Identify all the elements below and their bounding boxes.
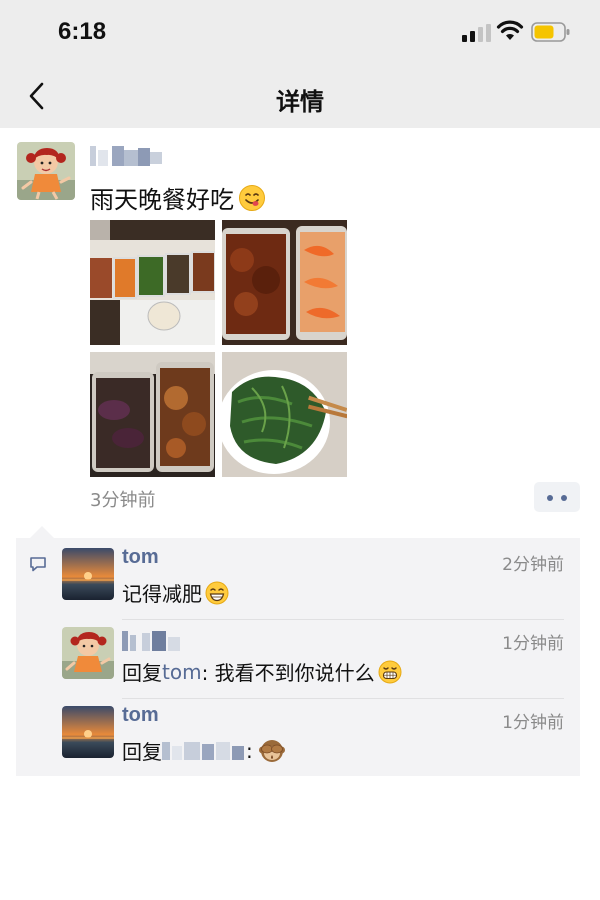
wifi-icon [496,20,524,40]
comment-text-content: : [246,738,253,763]
post-timestamp: 3分钟前 [90,490,156,511]
comment-author-redacted[interactable] [122,631,188,653]
comment-timestamp: 1分钟前 [502,634,564,654]
avatar[interactable] [62,627,114,679]
post-author-name-redacted[interactable] [90,144,166,168]
reply-target-redacted[interactable] [162,740,246,762]
comment-item[interactable]: tom 2分钟前 记得减肥 [62,546,580,610]
moment-post: 雨天晚餐好吃 3分钟前 [0,128,600,538]
reply-prefix: 回复 [122,661,162,685]
comment-item[interactable]: tom 1分钟前 回复 : [62,704,580,768]
comment-text-content: 记得减肥 [122,582,202,606]
status-bar: 6:18 [0,0,600,66]
more-actions-button[interactable] [534,482,580,512]
see-no-evil-monkey-icon [258,739,285,762]
comments-caret [30,526,54,538]
dinner-photo-1[interactable] [90,220,215,345]
reply-prefix: 回复 [122,740,162,764]
grimacing-face-icon [378,660,402,683]
dinner-photo-2[interactable] [222,220,347,345]
comment-timestamp: 1分钟前 [502,713,564,733]
more-dot-icon [547,495,553,501]
reply-target-name[interactable]: tom [162,660,202,684]
comment-divider [122,698,564,699]
comment-text: 回复 : [122,736,285,765]
avatar[interactable] [17,142,75,200]
grinning-face-icon [205,581,229,604]
comment-item[interactable]: 1分钟前 回复 tom : 我看不到你说什么 [62,627,580,689]
comment-text-content: : 我看不到你说什么 [201,661,375,685]
comment-text: 记得减肥 [122,578,229,607]
dinner-photo-3[interactable] [90,352,215,477]
comment-icon [30,557,46,572]
comment-divider [122,619,564,620]
photo-grid [90,220,348,478]
post-text-content: 雨天晚餐好吃 [90,186,234,214]
battery-icon [531,22,570,42]
cellular-signal-icon [462,24,491,42]
page-title: 详情 [276,88,324,116]
avatar[interactable] [62,548,114,600]
comments-section: tom 2分钟前 记得减肥 1分钟前 回复 tom: 我看不到你说什么 tom… [16,538,580,776]
post-text: 雨天晚餐好吃 [90,180,266,215]
comment-text: 回复 tom : 我看不到你说什么 [122,657,402,686]
yum-face-icon [239,184,265,211]
more-dot-icon [561,495,567,501]
comment-timestamp: 2分钟前 [502,555,564,575]
comment-author[interactable]: tom [122,704,159,727]
avatar[interactable] [62,706,114,758]
status-time: 6:18 [58,18,107,45]
dinner-photo-4[interactable] [222,352,347,477]
comment-author[interactable]: tom [122,546,159,569]
nav-bar: 详情 [0,66,600,128]
